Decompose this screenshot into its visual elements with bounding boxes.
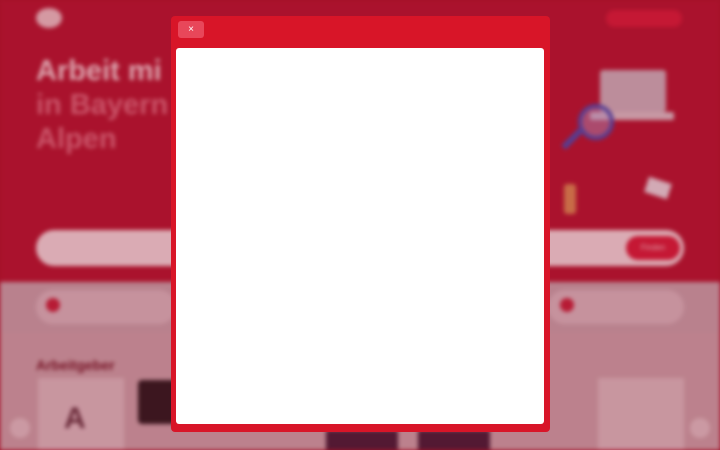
- close-icon[interactable]: ×: [178, 21, 204, 38]
- modal-content: [176, 48, 544, 424]
- modal-dialog: ×: [171, 16, 550, 432]
